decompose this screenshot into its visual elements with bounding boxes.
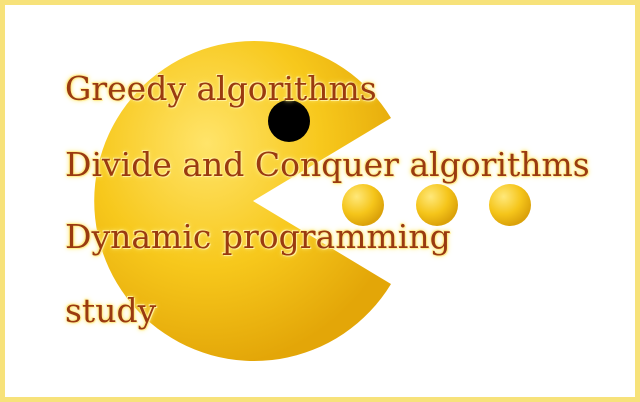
topic-study: study (65, 291, 157, 330)
pacman-illustration (94, 41, 531, 362)
topic-greedy: Greedy algorithms (65, 69, 377, 108)
image-frame: Greedy algorithms Divide and Conquer alg… (0, 0, 640, 402)
topic-dynamic-programming: Dynamic programming (65, 217, 451, 256)
pellet-icon (489, 184, 531, 226)
topic-divide-and-conquer: Divide and Conquer algorithms (65, 145, 590, 184)
